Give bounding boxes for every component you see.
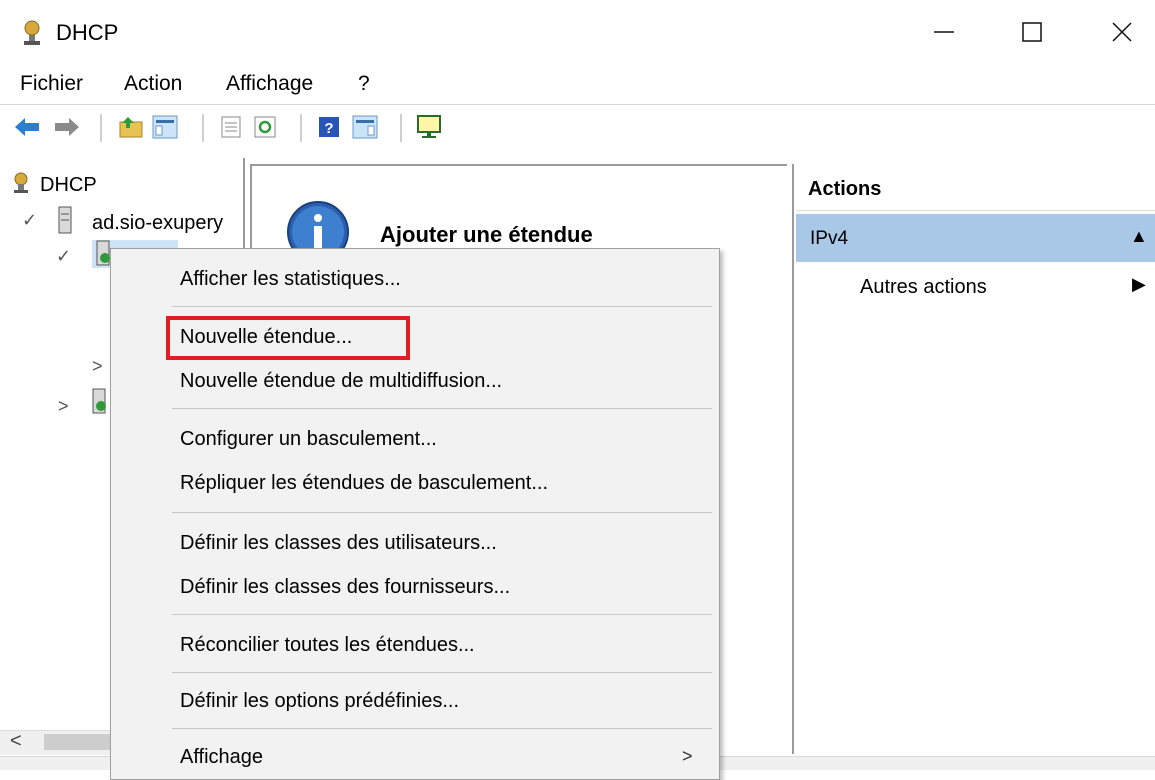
scrollbar-thumb[interactable] [44, 734, 114, 750]
chevron-right-icon: > [682, 746, 693, 766]
help-button[interactable]: ? [314, 112, 344, 142]
menu-separator [172, 728, 712, 729]
svg-text:?: ? [324, 120, 333, 137]
info-title: Ajouter une étendue [380, 222, 593, 247]
toolbar-separator [202, 114, 204, 142]
minimize-button[interactable] [912, 8, 976, 56]
refresh-icon [254, 116, 276, 138]
show-hide-tree-button[interactable] [150, 112, 180, 142]
menu-item-repliquer-etendues[interactable]: Répliquer les étendues de basculement... [180, 470, 548, 496]
actions-section-ipv4[interactable] [796, 214, 1155, 262]
minimize-icon [934, 31, 954, 33]
menu-item-afficher-statistiques[interactable]: Afficher les statistiques... [180, 266, 401, 292]
close-button[interactable] [1090, 8, 1154, 56]
menu-item-nouvelle-etendue-multidiffusion[interactable]: Nouvelle étendue de multidiffusion... [180, 368, 502, 394]
title-bar [0, 0, 1155, 64]
toolbar-separator [300, 114, 302, 142]
menu-item-options-predefinies[interactable]: Définir les options prédéfinies... [180, 688, 459, 714]
monitor-button[interactable] [414, 112, 444, 142]
menu-item-classes-fournisseurs[interactable]: Définir les classes des fournisseurs... [180, 574, 510, 600]
actions-section-label: IPv4 [810, 228, 849, 249]
up-folder-button[interactable] [116, 112, 146, 142]
monitor-icon [417, 115, 441, 138]
forward-button[interactable] [52, 112, 82, 142]
menu-separator [172, 672, 712, 673]
ipv6-node-icon [92, 388, 108, 419]
chevron-right-icon[interactable]: > [92, 356, 103, 377]
back-button[interactable] [12, 112, 42, 142]
server-icon [58, 206, 72, 239]
tree-server[interactable]: ad.sio-exupery [92, 210, 240, 236]
menu-action[interactable]: Action [118, 70, 188, 98]
highlight-annotation [166, 316, 410, 360]
refresh-button[interactable] [250, 112, 280, 142]
collapse-up-icon[interactable]: ▲ [1130, 226, 1148, 247]
menu-affichage[interactable]: Affichage [220, 70, 319, 98]
dhcp-root-icon [10, 172, 32, 199]
scroll-left-icon[interactable]: < [10, 730, 22, 753]
back-arrow-icon [15, 118, 39, 136]
close-icon [1112, 22, 1132, 42]
up-folder-icon [119, 117, 143, 138]
actions-title: Actions [808, 178, 882, 200]
dhcp-icon [18, 20, 46, 46]
toolbar-separator [100, 114, 102, 142]
tree-root-dhcp[interactable]: DHCP [40, 172, 97, 198]
menu-item-classes-utilisateurs[interactable]: Définir les classes des utilisateurs... [180, 530, 497, 556]
menu-item-configurer-basculement[interactable]: Configurer un basculement... [180, 426, 437, 452]
properties-button[interactable] [216, 112, 246, 142]
menu-item-reconcilier[interactable]: Réconcilier toutes les étendues... [180, 632, 475, 658]
toolbar-separator [400, 114, 402, 142]
maximize-button[interactable] [1000, 8, 1064, 56]
chevron-down-icon[interactable]: ✓ [56, 246, 71, 267]
menu-fichier[interactable]: Fichier [14, 70, 89, 98]
chevron-right-icon[interactable]: > [58, 396, 69, 417]
submenu-arrow-icon[interactable]: ▶ [1132, 274, 1146, 295]
menu-separator [172, 306, 712, 307]
chevron-down-icon[interactable]: ✓ [22, 210, 37, 231]
console-tree-icon [152, 115, 178, 139]
menu-item-affichage[interactable]: Affichage [180, 744, 263, 770]
properties-icon [221, 116, 241, 138]
menu-separator [172, 408, 712, 409]
maximize-icon [1022, 22, 1042, 42]
menu-separator [172, 512, 712, 513]
window-title: DHCP [56, 20, 119, 45]
show-hide-action-pane-button[interactable] [350, 112, 380, 142]
action-pane-icon [352, 115, 378, 139]
menu-help[interactable]: ? [352, 70, 376, 98]
menu-separator [172, 614, 712, 615]
forward-arrow-icon [55, 118, 79, 136]
autres-actions-item[interactable]: Autres actions [860, 276, 987, 299]
help-icon: ? [319, 117, 339, 137]
